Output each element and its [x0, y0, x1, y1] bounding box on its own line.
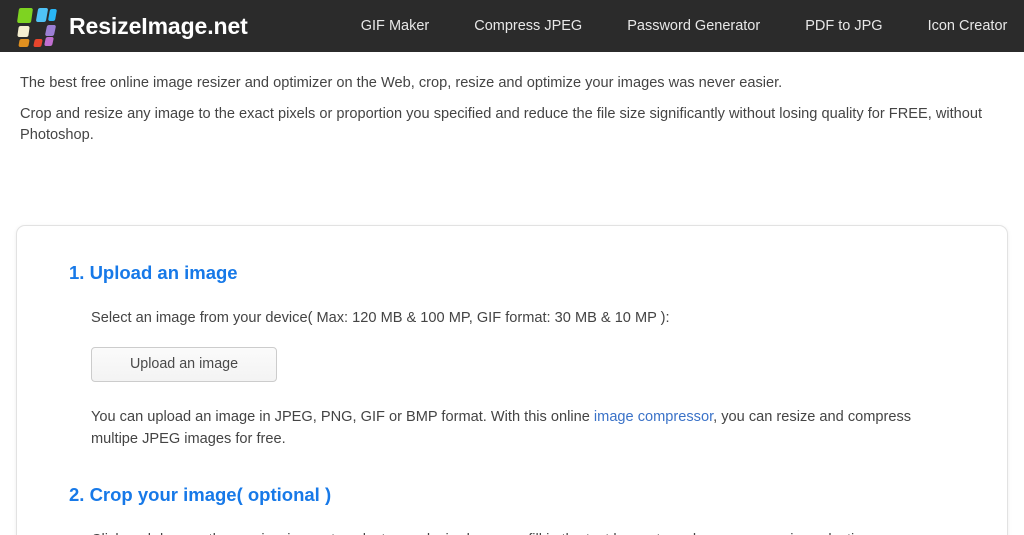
- main-nav: GIF Maker Compress JPEG Password Generat…: [361, 12, 1024, 40]
- nav-item-gif-maker[interactable]: GIF Maker: [361, 12, 429, 40]
- page-root: ResizeImage.net GIF Maker Compress JPEG …: [0, 0, 1024, 535]
- image-compressor-link[interactable]: image compressor: [594, 409, 713, 425]
- upload-format-note-prefix: You can upload an image in JPEG, PNG, GI…: [91, 409, 594, 426]
- upload-an-image-button[interactable]: Upload an image: [91, 347, 277, 383]
- upload-format-note: You can upload an image in JPEG, PNG, GI…: [91, 407, 955, 449]
- upload-instruction: Select an image from your device( Max: 1…: [91, 310, 670, 327]
- section-1-body: Select an image from your device( Max: 1…: [69, 308, 955, 449]
- tool-card: 1. Upload an image Select an image from …: [16, 225, 1008, 535]
- intro-section: The best free online image resizer and o…: [0, 52, 1024, 146]
- crop-instruction: Click and drag on the preview image to s…: [91, 530, 955, 535]
- intro-line-2: Crop and resize any image to the exact p…: [20, 106, 983, 144]
- site-header: ResizeImage.net GIF Maker Compress JPEG …: [0, 0, 1024, 52]
- nav-item-icon-creator[interactable]: Icon Creator: [928, 12, 1008, 40]
- nav-item-pdf-to-jpg[interactable]: PDF to JPG: [805, 12, 882, 40]
- colored-tiles-logo-icon: [16, 6, 60, 47]
- section-2-title: 2. Crop your image( optional ): [69, 483, 332, 505]
- brand-name: ResizeImage.net: [69, 12, 248, 39]
- intro-line-1: The best free online image resizer and o…: [20, 75, 783, 91]
- nav-item-compress-jpeg[interactable]: Compress JPEG: [474, 12, 582, 40]
- brand-home-link[interactable]: ResizeImage.net: [16, 6, 248, 47]
- nav-item-password-generator[interactable]: Password Generator: [627, 12, 760, 40]
- section-1-title: 1. Upload an image: [69, 262, 238, 283]
- section-2-body: Click and drag on the preview image to s…: [69, 530, 955, 535]
